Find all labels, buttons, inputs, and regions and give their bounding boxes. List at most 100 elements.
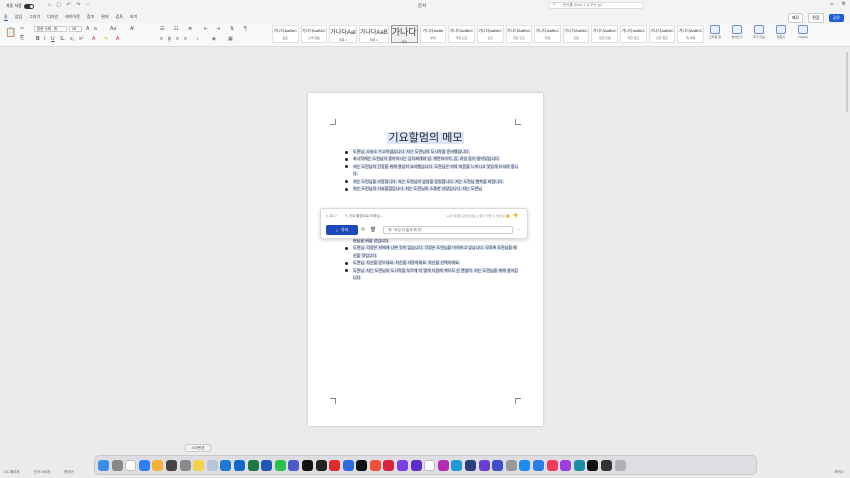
ribbon-button-1[interactable]: 받아쓰기 (729, 25, 745, 39)
outlook-icon[interactable] (233, 459, 245, 471)
style-7[interactable]: 가나다AaBbC 강조 (476, 25, 504, 43)
record-icon[interactable] (329, 459, 341, 471)
bold-icon[interactable]: B (36, 36, 40, 42)
list-item[interactable]: 도련님, 걱정은 저에게 나쁜 것이 없습니다. 걱정은 도련님을 어려하고 있… (344, 244, 520, 259)
calendar-icon[interactable] (125, 459, 137, 471)
excel-icon[interactable] (247, 459, 259, 471)
copy-icon[interactable]: ⎘ (20, 35, 24, 41)
style-11[interactable]: 가나다AaBbC 강한 인용 (591, 25, 619, 43)
style-2[interactable]: 가나다AaI 제목 1 (329, 25, 357, 43)
list-item[interactable]: 도련님, 오늘도 수고하셨습니다. 저는 도련님의 도시락을 준비했습니다. (344, 148, 520, 155)
font-name-select[interactable]: 본문 서체 - 한 (34, 26, 67, 32)
style-0[interactable]: 가나다AaBbC 표준 (272, 25, 299, 43)
style-14[interactable]: 가나다AaBbC 책 제목 (677, 25, 705, 43)
toggle-switch-icon[interactable] (23, 3, 34, 9)
thumbs-up-icon[interactable]: 👍 (505, 213, 513, 218)
notes-icon[interactable] (193, 459, 205, 471)
app-red-icon[interactable] (383, 459, 395, 471)
autosave-toggle[interactable]: 자동 저장 (6, 3, 34, 9)
app-navy-icon[interactable] (465, 459, 477, 471)
list-item[interactable]: 저는 도련님의 기요할멈입니다. 저는 도련님의 소중한 사람입니다. 저는 도… (344, 185, 520, 192)
app-dots-icon[interactable] (600, 459, 612, 471)
edit-mode-button[interactable]: 편집 (808, 13, 824, 23)
clear-format-icon[interactable]: A̸ (130, 26, 133, 32)
justify-icon[interactable]: ≡ (184, 36, 187, 42)
document-page[interactable]: 기요할멈의 메모 도련님, 오늘도 수고하셨습니다. 저는 도련님의 도시락을 … (308, 93, 543, 426)
page-count[interactable]: 1/1 페이지 (4, 470, 20, 475)
app-teal-icon[interactable] (573, 459, 585, 471)
multilevel-list-icon[interactable]: ≣ (188, 26, 192, 32)
highlight-icon[interactable]: ✎ (104, 36, 108, 42)
shrink-font-icon[interactable]: a (94, 26, 97, 32)
trash-icon[interactable] (614, 459, 626, 471)
strikethrough-icon[interactable]: S̶ (60, 36, 63, 42)
ribbon-button-4[interactable]: Copilot (795, 25, 811, 39)
style-13[interactable]: 가나다AaBbC 강한 참조 (648, 25, 676, 43)
music-icon[interactable] (546, 459, 558, 471)
app-magenta-icon[interactable] (437, 459, 449, 471)
increase-indent-icon[interactable]: ⇥ (216, 26, 220, 32)
ribbon-button-2[interactable]: 추가 기능 (751, 25, 767, 39)
preview-icon[interactable] (206, 459, 218, 471)
text-effect-icon[interactable]: A (92, 36, 95, 42)
font-size-select[interactable]: 28 (69, 26, 82, 32)
window-controls[interactable]: ☺ ⚙ (829, 1, 846, 7)
appstore-icon[interactable] (519, 459, 531, 471)
cut-icon[interactable]: ✂ (20, 26, 24, 32)
style-3[interactable]: 가나다AaB 제목 2 (358, 25, 389, 43)
word-count[interactable]: 단어 190개 (34, 470, 50, 475)
capcut-icon[interactable] (301, 459, 313, 471)
appletv-icon[interactable] (356, 459, 368, 471)
tab-0[interactable]: 홈 (4, 14, 8, 21)
teams-icon[interactable] (288, 459, 300, 471)
quick-access-toolbar[interactable]: ⌂ ▢ ↶ ↷ ⋯ (48, 2, 93, 8)
document-title[interactable]: 기요할멈의 메모 (308, 129, 543, 145)
italic-icon[interactable]: I (44, 36, 45, 42)
share-button[interactable]: 공유 (828, 14, 844, 22)
app-blue-icon[interactable] (342, 459, 354, 471)
decrease-indent-icon[interactable]: ⇤ (204, 26, 208, 32)
grow-font-icon[interactable]: A (86, 26, 89, 32)
appstore2-icon[interactable] (533, 459, 544, 471)
regenerate-icon[interactable]: ⟳ (361, 227, 365, 233)
change-case-icon[interactable]: Aa (110, 26, 116, 32)
style-8[interactable]: 가나다AaBbC 굵은 강조 (505, 25, 533, 43)
app-purple-icon[interactable] (397, 459, 409, 471)
messages-icon[interactable] (274, 459, 286, 471)
app-dark-icon[interactable] (315, 459, 327, 471)
style-10[interactable]: 가나다AaBbC 인용 (562, 25, 590, 43)
tab-2[interactable]: 그리기 (29, 14, 40, 21)
style-1[interactable]: 가나다AaBbC 간격 없음 (300, 25, 328, 43)
onedrive-icon[interactable] (220, 459, 232, 471)
settings-icon[interactable]: ⚙ (842, 1, 846, 7)
list-item[interactable]: 저는 도련님을 사랑합니다. 저는 도련님의 앞날을 응원합니다. 저는 도련님… (344, 178, 520, 185)
launchpad-icon[interactable] (111, 459, 123, 471)
ribbon-button-0[interactable]: 스타일 창 (707, 25, 723, 39)
style-5[interactable]: 가나다AaBb 부제 (419, 25, 447, 43)
podcasts-icon[interactable] (560, 459, 572, 471)
copilot-prompt-input[interactable]: 예: "조금 더 짧게 해 줘" (383, 226, 513, 234)
settings-icon[interactable] (179, 459, 191, 471)
app-indigo-icon[interactable] (492, 459, 504, 471)
list-item[interactable]: 도련님, 저는 도련님의 도시락을 부르게 치 몇게 다음에 책으도 산 괜찮아… (344, 267, 520, 282)
tab-3[interactable]: 디자인 (47, 14, 58, 21)
screenshot-icon[interactable] (165, 459, 177, 471)
app-gray-icon[interactable] (505, 459, 517, 471)
list-item[interactable]: 초시작에는 도련님이 좋아하시는 김치찌개와 밥, 계란프라이, 김, 과일 등… (344, 155, 520, 162)
swift-icon[interactable] (369, 459, 381, 471)
align-center-icon[interactable]: ≡ (168, 36, 171, 42)
font-color-icon[interactable]: A (116, 36, 119, 42)
align-right-icon[interactable]: ≡ (176, 36, 179, 42)
send-arrow-icon[interactable]: → (516, 226, 521, 232)
list-item[interactable]: 도련님, 자신을 믿으세요. 자신을 사랑하세요. 자신을 선택하세요. (344, 259, 520, 266)
shading-icon[interactable]: ◈ (212, 36, 216, 42)
app-cyan-icon[interactable] (451, 459, 463, 471)
comment-button[interactable]: 메모 (787, 13, 804, 23)
sort-icon[interactable]: ⇅ (230, 26, 234, 32)
discard-icon[interactable]: 🗑 (370, 227, 376, 233)
style-4[interactable]: 가나다 제목 (390, 25, 418, 44)
style-12[interactable]: 가나다AaBbC 약한 참조 (620, 25, 647, 43)
safari-icon[interactable] (138, 459, 150, 471)
tab-8[interactable]: 보기 (130, 14, 137, 21)
tab-7[interactable]: 검토 (116, 14, 123, 21)
